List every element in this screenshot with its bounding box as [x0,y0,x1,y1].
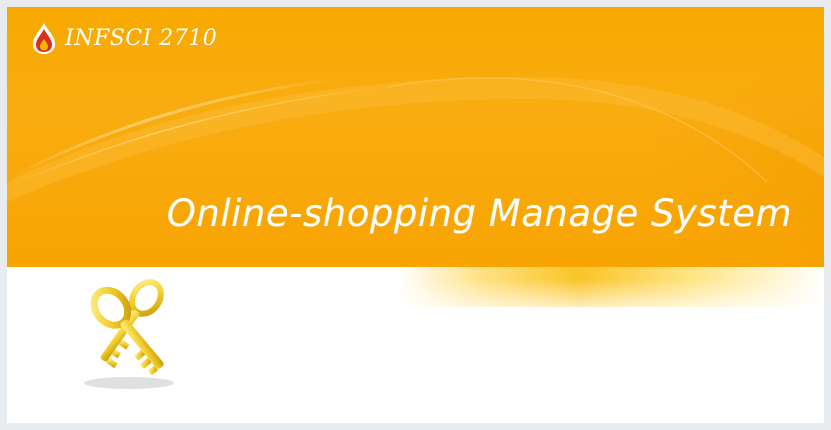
flame-drop-icon [33,23,55,54]
header-banner: INFSCI 2710 Online-shopping Manage Syste… [7,7,824,267]
keys-icon [84,279,174,389]
logo: INFSCI 2710 [29,21,217,55]
system-title: Online-shopping Manage System [166,192,792,235]
logo-text: INFSCI 2710 [65,25,218,51]
login-window: INFSCI 2710 Online-shopping Manage Syste… [7,7,824,423]
